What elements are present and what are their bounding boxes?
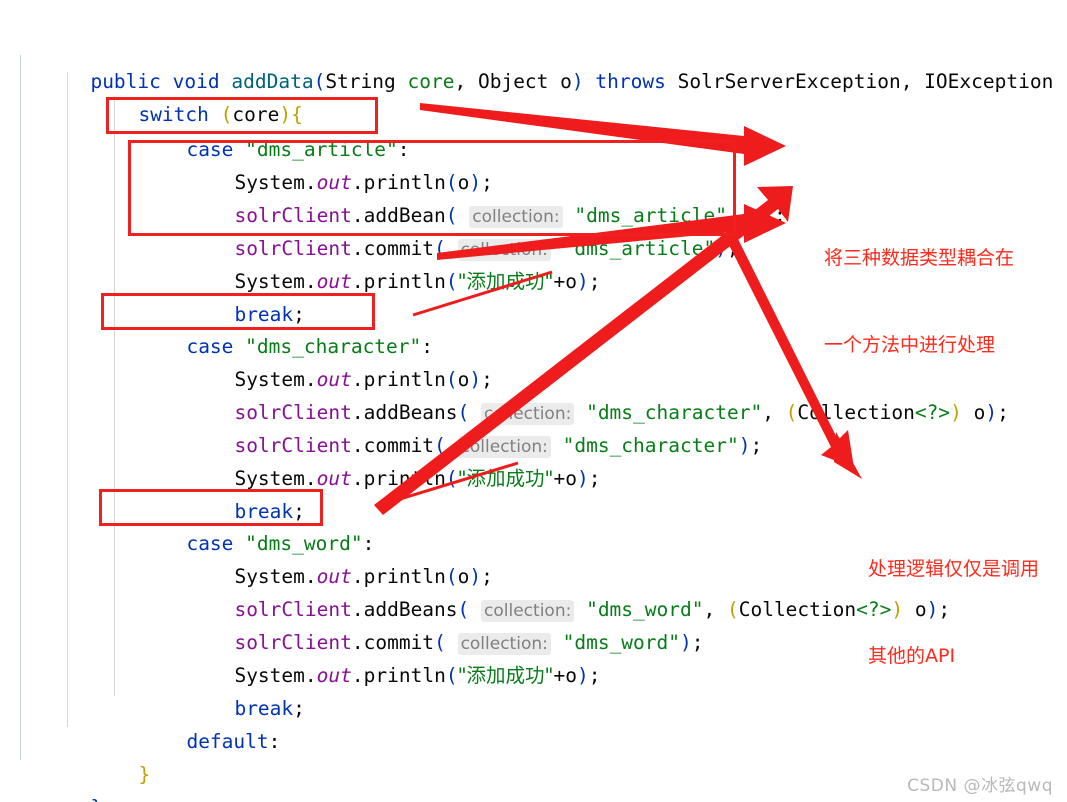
field-out-2: out xyxy=(316,270,352,293)
note-api-call-line-2: 其他的API xyxy=(868,645,956,667)
exc-ioexception: IOException xyxy=(924,70,1054,93)
arg-o-9: o xyxy=(565,664,578,687)
note-api-call-line-1: 处理逻辑仅仅是调用 xyxy=(868,558,1040,580)
note-coupling: 将三种数据类型耦合在 一个方法中进行处理 xyxy=(824,186,1014,418)
arg-o-6: o xyxy=(565,467,578,490)
method-println-6: println xyxy=(363,664,446,687)
str-success-1: "添加成功" xyxy=(457,270,554,293)
method-println-2: println xyxy=(363,270,446,293)
kw-default: default xyxy=(186,730,269,753)
code-line-23: } xyxy=(20,758,102,802)
param-o: o xyxy=(560,70,572,93)
type-object: Object xyxy=(477,70,549,93)
note-coupling-line-1: 将三种数据类型耦合在 xyxy=(824,247,1015,269)
str-success-3: "添加成功" xyxy=(457,664,554,687)
note-coupling-line-2: 一个方法中进行处理 xyxy=(824,334,996,356)
param-core: core xyxy=(407,70,455,93)
screenshot-root: public void addData(String core, Object … xyxy=(0,0,1067,802)
arg-o-3: o xyxy=(565,270,578,293)
type-collection-2: Collection xyxy=(738,598,857,621)
method-println-4: println xyxy=(363,467,446,490)
type-string: String xyxy=(325,70,396,93)
field-out-4: out xyxy=(316,467,352,490)
arg-o-2: o xyxy=(750,204,763,227)
exc-solrserverexception: SolrServerException xyxy=(677,70,901,93)
str-success-2: "添加成功" xyxy=(457,467,554,490)
note-api-call: 处理逻辑仅仅是调用 其他的API xyxy=(868,497,1039,729)
kw-throws: throws xyxy=(595,70,666,93)
field-out-6: out xyxy=(316,664,352,687)
csdn-watermark: CSDN @冰弦qwq xyxy=(907,776,1053,796)
